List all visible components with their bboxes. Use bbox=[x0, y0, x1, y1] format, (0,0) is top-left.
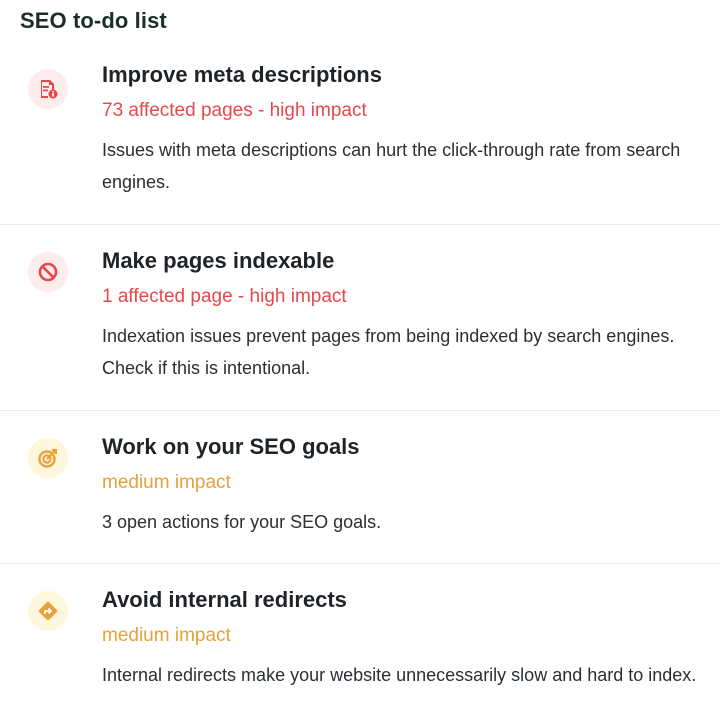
target-icon bbox=[38, 449, 57, 468]
todo-item-indexable[interactable]: Make pages indexable 1 affected page - h… bbox=[0, 225, 720, 411]
item-title: Work on your SEO goals bbox=[102, 434, 360, 459]
impact-label: medium impact bbox=[102, 472, 231, 493]
impact-label: 73 affected pages - high impact bbox=[102, 100, 367, 121]
todo-list: Improve meta descriptions 73 affected pa… bbox=[0, 42, 720, 727]
item-title: Make pages indexable bbox=[102, 248, 335, 273]
icon-badge bbox=[28, 69, 68, 109]
icon-badge bbox=[28, 438, 68, 478]
icon-badge bbox=[28, 591, 68, 631]
item-content: Work on your SEO goals medium impact 3 o… bbox=[102, 432, 700, 538]
redirect-icon bbox=[38, 601, 58, 621]
item-description: Internal redirects make your website unn… bbox=[102, 665, 697, 685]
item-description: Issues with meta descriptions can hurt t… bbox=[102, 140, 681, 192]
todo-item-seo-goals[interactable]: Work on your SEO goals medium impact 3 o… bbox=[0, 411, 720, 564]
page-title: SEO to-do list bbox=[20, 8, 167, 33]
item-content: Improve meta descriptions 73 affected pa… bbox=[102, 60, 700, 198]
item-description: Indexation issues prevent pages from bei… bbox=[102, 326, 675, 378]
item-title: Improve meta descriptions bbox=[102, 62, 382, 87]
item-content: Avoid internal redirects medium impact I… bbox=[102, 585, 700, 691]
todo-item-meta-descriptions[interactable]: Improve meta descriptions 73 affected pa… bbox=[0, 42, 720, 225]
item-content: Make pages indexable 1 affected page - h… bbox=[102, 246, 700, 384]
item-description: 3 open actions for your SEO goals. bbox=[102, 512, 382, 532]
todo-item-internal-redirects[interactable]: Avoid internal redirects medium impact I… bbox=[0, 564, 720, 727]
block-icon bbox=[38, 262, 58, 282]
icon-badge bbox=[28, 252, 68, 292]
impact-label: medium impact bbox=[102, 625, 231, 646]
document-info-icon bbox=[41, 80, 58, 99]
impact-label: 1 affected page - high impact bbox=[102, 286, 347, 307]
item-title: Avoid internal redirects bbox=[102, 587, 347, 612]
